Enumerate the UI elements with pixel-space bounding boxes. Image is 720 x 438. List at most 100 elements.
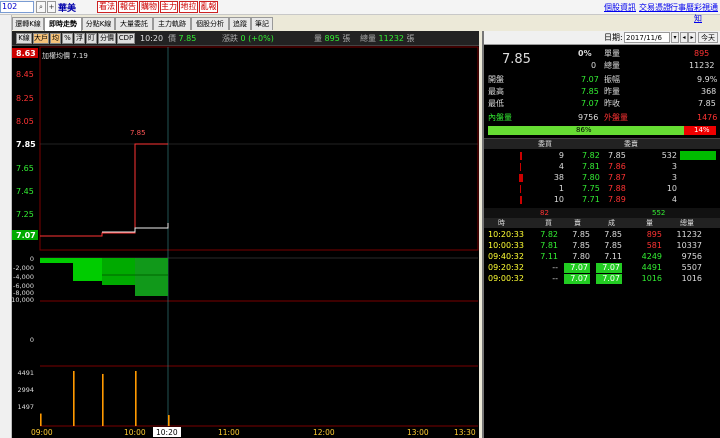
- shop-button[interactable]: 購物: [139, 1, 159, 13]
- diff-tick-1: -2,000: [13, 264, 34, 272]
- percent-button[interactable]: %: [62, 33, 73, 44]
- th-deal: 成: [608, 219, 615, 227]
- book-buy-qty: 10: [553, 195, 564, 204]
- trade-time: 09:00:32: [488, 274, 524, 283]
- diff-bar-3: [102, 258, 135, 285]
- th-time: 時: [498, 219, 505, 227]
- trade-buy: 7.81: [540, 241, 558, 250]
- trade-sell: 7.85: [572, 230, 590, 239]
- pull-button[interactable]: 地拉: [179, 1, 198, 13]
- link-stock-info[interactable]: 個股資訊: [604, 2, 636, 13]
- book-buy-price: 7.82: [582, 151, 600, 160]
- trade-buy: 7.11: [540, 252, 558, 261]
- tab-track[interactable]: 追蹤: [229, 17, 251, 30]
- inner-ratio-bar: 86%: [488, 126, 684, 135]
- sell-count: 552: [652, 209, 666, 217]
- main-force-button[interactable]: 主力: [160, 1, 178, 13]
- date-bar: 日期: 2017/11/6 ▾ ◂ ▸ 今天: [484, 31, 720, 45]
- plus-icon[interactable]: +: [47, 1, 56, 13]
- high-label: 最高: [488, 87, 504, 96]
- outer-value: 1476: [697, 113, 718, 122]
- price-dist-button[interactable]: 分價: [98, 33, 116, 44]
- book-sell-price: 7.86: [608, 162, 626, 171]
- float-button[interactable]: 浮: [74, 33, 85, 44]
- alert-button[interactable]: 亂報: [199, 1, 218, 13]
- cdp-button[interactable]: CDP: [117, 33, 135, 44]
- outer-ratio-bar: 14%: [684, 126, 716, 135]
- yclose-value: 7.85: [698, 99, 716, 108]
- search-icon[interactable]: ⌕: [36, 1, 46, 13]
- price-label: 價: [168, 34, 176, 43]
- link-notice[interactable]: 彩視通知: [694, 2, 720, 24]
- open-label: 開盤: [488, 75, 504, 84]
- big-holder-button[interactable]: 大戶: [33, 33, 49, 44]
- price-tick-0: 8.63: [16, 49, 36, 58]
- diff-tick-2: -4,000: [13, 273, 34, 281]
- report-button[interactable]: 報告: [118, 1, 138, 13]
- time-tick-0: 09:00: [31, 428, 53, 437]
- intraday-chart: 8.63 8.45 8.25 8.05 7.85 7.65 7.45 7.25 …: [12, 46, 479, 437]
- date-input[interactable]: 2017/11/6: [624, 32, 670, 43]
- book-sell-price: 7.85: [608, 151, 626, 160]
- stock-code-input[interactable]: 102: [0, 1, 34, 13]
- total-label: 總量: [360, 34, 376, 43]
- today-button[interactable]: 今天: [698, 32, 718, 43]
- trade-deal: 7.11: [604, 252, 622, 261]
- trade-time: 09:40:32: [488, 252, 524, 261]
- price-tick-7: 7.25: [16, 210, 34, 219]
- trade-deal: 7.85: [604, 230, 622, 239]
- volume-label: 量: [314, 34, 322, 43]
- inner-label: 內盤量: [488, 113, 512, 122]
- book-buy-bar: [520, 185, 521, 193]
- watch-button[interactable]: 盯: [86, 33, 97, 44]
- trade-vol: 4491: [641, 263, 662, 272]
- total-unit: 張: [406, 34, 415, 43]
- book-sell-price: 7.87: [608, 173, 626, 182]
- th-total: 總量: [680, 219, 694, 227]
- inner-pct: 86%: [576, 126, 592, 134]
- high-value: 7.85: [581, 87, 599, 96]
- trade-sell: 7.85: [572, 241, 590, 250]
- price-tick-6: 7.45: [16, 187, 34, 196]
- th-vol: 量: [646, 219, 653, 227]
- book-header: 委買 委賣: [484, 138, 720, 149]
- chart-toolbar: K線 大戶 均 % 浮 盯 分價 CDP 10:20 價 7.85 漲跌 0 (…: [12, 31, 479, 46]
- book-sell-qty: 3: [671, 173, 677, 182]
- date-label: 日期:: [604, 33, 623, 42]
- link-trade[interactable]: 交易憑證: [639, 2, 671, 13]
- price-tick-3: 8.05: [16, 117, 34, 126]
- tab-minute-k[interactable]: 分點K線: [82, 17, 115, 30]
- mid-tick-0: 0: [30, 336, 34, 344]
- zero-change: 0: [591, 61, 597, 70]
- tab-analysis[interactable]: 個股分析: [191, 17, 229, 30]
- tab-adjusted-k[interactable]: 還轉K線: [12, 17, 44, 30]
- tab-realtime[interactable]: 即時走勢: [44, 17, 82, 31]
- tab-notes[interactable]: 筆記: [251, 17, 273, 30]
- trade-buy: --: [552, 263, 558, 272]
- volume-bars: [40, 371, 170, 426]
- link-calendar[interactable]: 行事曆: [670, 2, 694, 13]
- avg-button[interactable]: 均: [50, 33, 61, 44]
- yclose-label: 昨收: [604, 99, 620, 108]
- book-sell-qty: 3: [671, 162, 677, 171]
- th-sell: 賣: [574, 219, 581, 227]
- price-tick-1: 8.45: [16, 70, 34, 79]
- tab-big-orders[interactable]: 大量委託: [115, 17, 153, 30]
- book-sell-price: 7.89: [608, 195, 626, 204]
- change-info: 漲跌 0 (+0%): [222, 33, 274, 45]
- tab-main-force[interactable]: 主力軌跡: [153, 17, 191, 30]
- k-line-button[interactable]: K線: [16, 33, 32, 44]
- diff-bar-5: [135, 258, 168, 296]
- dropdown-icon[interactable]: ▾: [671, 32, 679, 43]
- view-button[interactable]: 看法: [97, 1, 117, 13]
- next-icon[interactable]: ▸: [688, 32, 696, 43]
- volume-unit: 張: [342, 34, 351, 43]
- book-buy-bar: [520, 163, 521, 171]
- prev-icon[interactable]: ◂: [680, 32, 688, 43]
- price-info: 價 7.85: [168, 33, 196, 45]
- book-buy-qty: 38: [553, 173, 564, 182]
- chart-window: K線 大戶 均 % 浮 盯 分價 CDP 10:20 價 7.85 漲跌 0 (…: [12, 31, 479, 438]
- time-tick-1: 10:00: [124, 428, 146, 437]
- trade-deal: 7.85: [604, 241, 622, 250]
- outer-label: 外盤量: [604, 113, 628, 122]
